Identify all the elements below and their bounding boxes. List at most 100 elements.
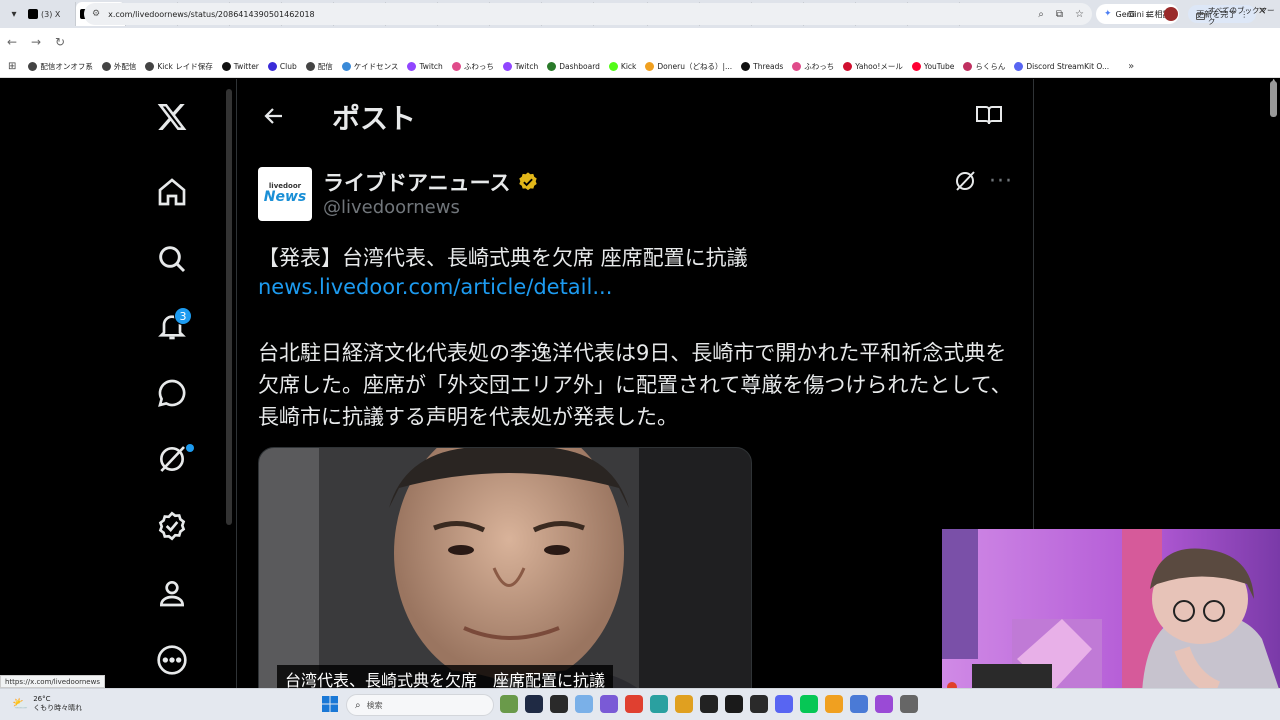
site-info-icon[interactable]: ⚙: [92, 9, 100, 19]
notifications-bell-icon[interactable]: 3: [142, 301, 202, 351]
author-avatar[interactable]: livedoor News: [258, 167, 312, 221]
bookmark-item[interactable]: Twitch: [407, 62, 443, 71]
webcam-overlay: [942, 529, 1280, 692]
bookmark-item[interactable]: ふわっち: [792, 61, 834, 72]
back-icon[interactable]: ←: [0, 35, 24, 49]
profile-icon[interactable]: [142, 568, 202, 618]
premium-verified-icon[interactable]: [142, 501, 202, 551]
post-title-text: 【発表】台湾代表、長崎式典を欠席 座席配置に抗議: [258, 246, 748, 270]
teams-icon[interactable]: [600, 695, 618, 713]
home-icon[interactable]: [142, 167, 202, 217]
all-bookmarks-label: すべてのブックマーク: [1207, 6, 1275, 26]
edge-icon[interactable]: [650, 695, 668, 713]
bookmark-item[interactable]: 配信: [305, 61, 333, 72]
windows-taskbar: ⛅ 26°C くもり時々晴れ ⌕ 検索: [0, 688, 1280, 720]
bookmark-item[interactable]: Kick: [608, 62, 636, 71]
trees-widget-icon[interactable]: [500, 695, 518, 713]
bookmark-item[interactable]: Club: [267, 62, 297, 71]
app-icon[interactable]: [750, 695, 768, 713]
bookmark-item[interactable]: Threads: [741, 62, 783, 71]
bookmark-favicon-icon: [741, 62, 751, 71]
install-app-icon[interactable]: ⧉: [1056, 9, 1063, 20]
bookmark-item[interactable]: 外配信: [101, 61, 136, 72]
more-menu-icon[interactable]: [142, 635, 202, 685]
copilot-icon[interactable]: [575, 695, 593, 713]
line-icon[interactable]: [800, 695, 818, 713]
address-bar[interactable]: ⚙ x.com/livedoornews/status/208641439050…: [84, 3, 1092, 25]
zoom-icon[interactable]: ⌕: [1038, 9, 1044, 20]
sidebar-scrollbar[interactable]: [226, 89, 232, 525]
article-link[interactable]: news.livedoor.com/article/detail...: [258, 275, 612, 299]
weather-temperature: 26°C: [33, 695, 51, 703]
bookmark-label: Twitter: [233, 62, 259, 71]
bookmarks-overflow-icon[interactable]: »: [1128, 61, 1134, 72]
explore-search-icon[interactable]: [142, 234, 202, 284]
bookmark-item[interactable]: ケイドセンス: [341, 61, 398, 72]
profile-avatar[interactable]: [1164, 7, 1179, 21]
bookmark-item[interactable]: Discord StreamKit O...: [1014, 62, 1109, 71]
reading-list-icon[interactable]: ≡: [1145, 8, 1154, 21]
file-explorer-icon[interactable]: [525, 695, 543, 713]
bookmark-favicon-icon: [911, 62, 921, 71]
stream-app-icon[interactable]: [875, 695, 893, 713]
bookmark-item[interactable]: らくらん: [963, 61, 1005, 72]
reader-mode-icon[interactable]: [975, 103, 1003, 131]
notepad-icon[interactable]: [850, 695, 868, 713]
grok-explain-icon[interactable]: [953, 169, 977, 197]
bookmark-label: ふわっち: [463, 62, 494, 71]
bookmark-label: Kick レイド保存: [157, 62, 213, 71]
apps-grid-icon[interactable]: ⊞: [8, 61, 16, 72]
browser-toolbar: ← → ↻: [0, 28, 1280, 56]
folder-icon[interactable]: [675, 695, 693, 713]
taskbar-search-box[interactable]: ⌕ 検索: [346, 694, 494, 716]
back-arrow-icon[interactable]: [259, 101, 289, 131]
bookmark-favicon-icon: [305, 62, 315, 71]
windows-start-icon[interactable]: [322, 696, 338, 716]
discord-icon[interactable]: [775, 695, 793, 713]
author-name[interactable]: ライブドアニュース: [323, 167, 539, 197]
bookmark-item[interactable]: Yahoo!メール: [843, 61, 903, 72]
x-logo-icon[interactable]: [142, 92, 202, 142]
tab-search-menu-icon[interactable]: ▾: [4, 4, 24, 24]
gemini-icon: ✦: [1104, 9, 1112, 19]
author-handle[interactable]: @livedoornews: [323, 197, 460, 218]
bookmark-item[interactable]: ふわっち: [451, 61, 494, 72]
bookmark-favicon-icon: [608, 62, 618, 71]
grok-nav-icon[interactable]: [142, 434, 202, 484]
bookmark-star-icon[interactable]: ☆: [1075, 9, 1084, 20]
obs-icon[interactable]: [700, 695, 718, 713]
bookmark-label: らくらん: [975, 62, 1006, 71]
messages-icon[interactable]: [142, 368, 202, 418]
bookmark-label: Doneru（どねる）|...: [657, 62, 733, 71]
reload-icon[interactable]: ↻: [48, 35, 72, 49]
author-name-text: ライブドアニュース: [323, 171, 511, 195]
bookmark-item[interactable]: Twitter: [221, 62, 259, 71]
bookmark-item[interactable]: Kick レイド保存: [145, 61, 213, 72]
all-bookmarks-folder[interactable]: すべてのブックマーク: [1196, 5, 1280, 27]
bookmark-item[interactable]: 配信オンオフ系: [28, 61, 93, 72]
weather-condition: くもり時々晴れ: [33, 704, 83, 712]
url-text: x.com/livedoornews/status/20864143905014…: [108, 9, 315, 19]
settings-icon[interactable]: [900, 695, 918, 713]
webcam-feed: [942, 529, 1280, 692]
bookmark-item[interactable]: Dashboard: [547, 62, 600, 71]
bookmark-favicon-icon: [407, 62, 417, 71]
bookmark-favicon-icon: [451, 62, 461, 71]
bookmark-item[interactable]: Doneru（どねる）|...: [645, 61, 732, 72]
coin-icon[interactable]: [825, 695, 843, 713]
page-scrollbar-thumb[interactable]: [1270, 81, 1277, 117]
chrome-icon[interactable]: [625, 695, 643, 713]
forward-icon[interactable]: →: [24, 35, 48, 49]
extensions-icon[interactable]: ⧈: [1128, 7, 1135, 21]
browser-tab[interactable]: (3) X: [24, 2, 76, 26]
weather-widget[interactable]: ⛅ 26°C くもり時々晴れ: [12, 695, 82, 713]
steam-icon[interactable]: [725, 695, 743, 713]
tab-favicon-icon: [28, 9, 38, 19]
bookmark-label: Twitch: [514, 62, 539, 71]
post-more-options-icon[interactable]: ···: [989, 171, 1013, 193]
terminal-icon[interactable]: [550, 695, 568, 713]
portrait-photo: [259, 448, 751, 688]
post-image[interactable]: 台湾代表、長崎式典を欠席 座席配置に抗議: [258, 447, 752, 688]
bookmark-item[interactable]: YouTube: [911, 62, 954, 71]
bookmark-item[interactable]: Twitch: [502, 62, 539, 71]
